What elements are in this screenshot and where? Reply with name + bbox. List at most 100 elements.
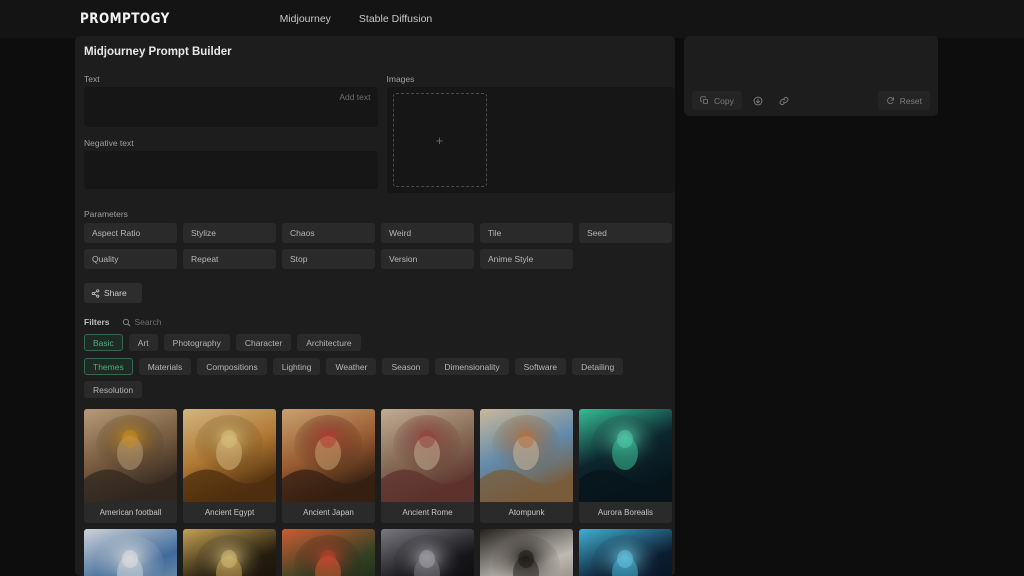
page-title: Midjourney Prompt Builder [84, 46, 232, 58]
reset-button-label: Reset [899, 95, 922, 106]
filter-subcategory-row: Themes Materials Compositions Lighting Weath… [84, 358, 675, 398]
gallery-card[interactable] [579, 529, 672, 576]
filter-chip-character[interactable]: Character [235, 334, 292, 351]
filters-label: Filters [84, 317, 110, 327]
nav-midjourney[interactable]: Midjourney [280, 13, 331, 25]
gallery-card[interactable]: Ancient Rome [381, 409, 474, 523]
parameter-seed[interactable]: Seed [579, 223, 672, 243]
gallery-thumbnail [84, 529, 177, 576]
share-icon [91, 288, 100, 298]
parameter-chaos[interactable]: Chaos [282, 223, 375, 243]
parameter-repeat[interactable]: Repeat [183, 249, 276, 269]
text-input[interactable]: Add text [84, 87, 378, 127]
gallery-card[interactable] [282, 529, 375, 576]
copy-button-label: Copy [714, 95, 734, 106]
filter-chip-weather[interactable]: Weather [326, 358, 377, 375]
top-navigation-bar: PROMPTOGY Midjourney Stable Diffusion [0, 0, 1024, 38]
refresh-icon [886, 96, 895, 105]
gallery-card-label: Ancient Rome [402, 508, 453, 517]
parameters-section: Parameters Aspect Ratio Stylize Chaos Weird… [84, 209, 672, 269]
gallery-thumbnail [381, 409, 474, 502]
gallery-card-label: Ancient Egypt [204, 508, 255, 517]
text-input-placeholder: Add text [339, 92, 371, 102]
filter-chip-dimensionality[interactable]: Dimensionality [435, 358, 509, 375]
parameter-quality[interactable]: Quality [84, 249, 177, 269]
gallery-card-label: Atompunk [508, 508, 545, 517]
parameters-label: Parameters [84, 209, 128, 219]
share-button[interactable]: Share [84, 283, 142, 303]
gallery-card[interactable]: Aurora Borealis [579, 409, 672, 523]
filter-chip-art[interactable]: Art [128, 334, 158, 351]
images-column: Images + [386, 74, 675, 193]
reset-button[interactable]: Reset [877, 91, 930, 110]
search-input[interactable] [134, 317, 255, 327]
prompt-gallery: American football Ancient Egypt Ancient Ja… [84, 409, 675, 576]
filter-chip-basic[interactable]: Basic [84, 334, 123, 351]
gallery-card[interactable] [84, 529, 177, 576]
gallery-card[interactable] [183, 529, 276, 576]
filter-chip-themes[interactable]: Themes [84, 358, 133, 375]
filter-category-row: Basic Art Photography Character Architecture [84, 334, 675, 351]
gallery-card[interactable]: Ancient Egypt [183, 409, 276, 523]
gallery-thumbnail [282, 529, 375, 576]
parameter-aspect-ratio[interactable]: Aspect Ratio [84, 223, 177, 243]
search-wrapper [122, 317, 255, 327]
copy-icon [700, 96, 709, 105]
filter-chip-materials[interactable]: Materials [138, 358, 192, 375]
filter-chip-software[interactable]: Software [514, 358, 567, 375]
parameter-stylize[interactable]: Stylize [183, 223, 276, 243]
gallery-card-label: American football [99, 508, 162, 517]
output-actions: Copy Reset [684, 91, 938, 110]
filter-chip-architecture[interactable]: Architecture [297, 334, 361, 351]
image-dropzone[interactable]: + [392, 93, 487, 187]
parameter-tile[interactable]: Tile [480, 223, 573, 243]
parameters-grid: Aspect Ratio Stylize Chaos Weird Tile Seed Qua… [84, 223, 672, 269]
negative-text-input[interactable] [84, 151, 378, 189]
gallery-thumbnail [183, 409, 276, 502]
gallery-thumbnail [381, 529, 474, 576]
images-field-label: Images [386, 74, 415, 84]
output-panel: Copy Reset [684, 36, 938, 116]
parameter-version[interactable]: Version [381, 249, 474, 269]
gallery-card[interactable]: American football [84, 409, 177, 523]
nav-stable-diffusion[interactable]: Stable Diffusion [359, 13, 432, 25]
copy-button[interactable]: Copy [692, 91, 742, 110]
gallery-thumbnail [480, 409, 573, 502]
negative-text-label: Negative text [84, 138, 134, 148]
link-icon [779, 96, 789, 106]
filter-chip-resolution[interactable]: Resolution [84, 381, 143, 398]
gallery-card-label: Ancient Japan [303, 508, 354, 517]
gallery-thumbnail [183, 529, 276, 576]
text-column: Text Add text Negative text [84, 74, 378, 193]
filters-header: Filters [84, 317, 675, 327]
download-button[interactable] [748, 91, 768, 110]
parameter-anime-style[interactable]: Anime Style [480, 249, 573, 269]
app-logo: PROMPTOGY [80, 11, 170, 27]
text-field-label: Text [84, 74, 100, 84]
link-button[interactable] [774, 91, 794, 110]
gallery-card[interactable] [381, 529, 474, 576]
parameter-weird[interactable]: Weird [381, 223, 474, 243]
filter-chip-photography[interactable]: Photography [163, 334, 230, 351]
share-button-label: Share [104, 288, 127, 298]
gallery-card-label: Aurora Borealis [597, 508, 654, 517]
gallery-thumbnail [84, 409, 177, 502]
filter-chip-detailing[interactable]: Detailing [572, 358, 624, 375]
filter-chip-season[interactable]: Season [382, 358, 430, 375]
text-and-images-row: Text Add text Negative text Images + [84, 74, 675, 193]
download-icon [753, 96, 763, 106]
prompt-builder-panel: Midjourney Prompt Builder Text Add text … [75, 36, 675, 576]
search-icon [122, 318, 131, 327]
gallery-thumbnail [480, 529, 573, 576]
gallery-thumbnail [579, 529, 672, 576]
gallery-card[interactable]: Ancient Japan [282, 409, 375, 523]
gallery-card[interactable]: Atompunk [480, 409, 573, 523]
gallery-thumbnail [282, 409, 375, 502]
plus-icon: + [435, 132, 444, 148]
parameter-stop[interactable]: Stop [282, 249, 375, 269]
filter-chip-compositions[interactable]: Compositions [197, 358, 267, 375]
negative-text-wrapper: Negative text [84, 138, 378, 189]
gallery-card[interactable] [480, 529, 573, 576]
filter-chip-lighting[interactable]: Lighting [272, 358, 321, 375]
images-box: + [386, 87, 675, 193]
